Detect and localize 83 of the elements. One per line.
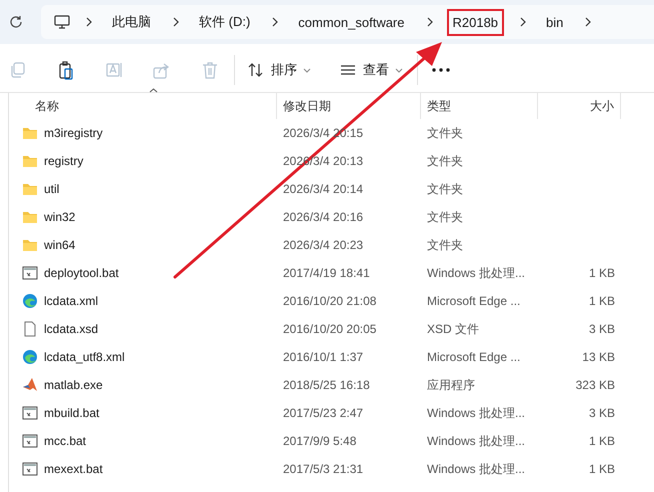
file-type: 文件夹	[427, 210, 463, 224]
chevron-down-icon	[303, 68, 311, 72]
folder-icon	[22, 153, 38, 169]
file-size: 1 KB	[588, 462, 615, 476]
file-type: Microsoft Edge ...	[427, 294, 520, 308]
file-type: 文件夹	[427, 154, 463, 168]
column-header[interactable]: 名称	[9, 93, 277, 119]
column-header[interactable]: 修改日期	[277, 93, 421, 119]
address-bar[interactable]: 此电脑 软件 (D:) common_software R2018b bin	[41, 5, 654, 39]
file-name[interactable]: matlab.exe	[44, 378, 103, 392]
column-header[interactable]: 类型	[421, 93, 538, 119]
computer-icon	[54, 14, 70, 30]
file-size: 1 KB	[588, 434, 615, 448]
file-name[interactable]: m3iregistry	[44, 126, 103, 140]
chevron-icon	[272, 17, 278, 27]
file-type: 文件夹	[427, 126, 463, 140]
date-modified: 2016/10/1 1:37	[283, 350, 364, 364]
chevron-icon	[86, 17, 92, 27]
file-name[interactable]: lcdata.xml	[44, 294, 98, 308]
file-type: 文件夹	[427, 238, 463, 252]
file-name[interactable]: win64	[44, 238, 76, 252]
file-type: Microsoft Edge ...	[427, 350, 520, 364]
folder-icon	[22, 209, 38, 225]
file-type: Windows 批处理...	[427, 406, 526, 420]
date-modified: 2017/4/19 18:41	[283, 266, 370, 280]
refresh-icon[interactable]	[9, 15, 23, 29]
script-file-icon	[22, 265, 38, 281]
column-header[interactable]: 大小	[538, 93, 621, 119]
file-name[interactable]: mbuild.bat	[44, 406, 100, 420]
chevron-icon	[173, 17, 179, 27]
browser-document-icon	[22, 293, 38, 309]
view-button[interactable]: 查看	[339, 61, 403, 79]
breadcrumb-item[interactable]: 软件 (D:)	[193, 7, 256, 37]
file-type: 文件夹	[427, 182, 463, 196]
breadcrumb-item[interactable]: R2018b	[446, 8, 504, 36]
date-modified: 2026/3/4 20:16	[283, 210, 364, 224]
file-type: Windows 批处理...	[427, 462, 526, 476]
file-type: XSD 文件	[427, 322, 480, 336]
app-icon	[22, 377, 38, 393]
file-type: Windows 批处理...	[427, 434, 526, 448]
file-type: 应用程序	[427, 378, 475, 392]
file-name[interactable]: win32	[44, 210, 76, 224]
sort-button[interactable]: 排序	[247, 61, 311, 79]
browser-document-icon	[22, 349, 38, 365]
date-modified: 2017/9/9 5:48	[283, 434, 356, 448]
file-size: 1 KB	[588, 266, 615, 280]
breadcrumb-item[interactable]: common_software	[292, 8, 410, 36]
file-name[interactable]: util	[44, 182, 60, 196]
script-file-icon	[22, 433, 38, 449]
file-name[interactable]: mcc.bat	[44, 434, 86, 448]
breadcrumb-item[interactable]: bin	[540, 8, 570, 36]
chevron-icon	[426, 17, 432, 27]
chevron-icon	[520, 17, 526, 27]
file-name[interactable]: lcdata.xsd	[44, 322, 98, 336]
date-modified: 2026/3/4 20:23	[283, 238, 364, 252]
date-modified: 2016/10/20 20:05	[283, 322, 376, 336]
folder-icon	[22, 237, 38, 253]
file-name[interactable]: mexext.bat	[44, 462, 103, 476]
sort-icon	[247, 62, 265, 78]
file-size: 323 KB	[576, 378, 615, 392]
chevron-icon	[585, 17, 592, 27]
file-type: Windows 批处理...	[427, 266, 526, 280]
more-icon[interactable]	[432, 68, 450, 72]
date-modified: 2017/5/23 2:47	[283, 406, 364, 420]
date-modified: 2016/10/20 21:08	[283, 294, 376, 308]
file-icon	[22, 321, 38, 337]
script-file-icon	[22, 405, 38, 421]
script-file-icon	[22, 461, 38, 477]
date-modified: 2026/3/4 20:14	[283, 182, 364, 196]
date-modified: 2018/5/25 16:18	[283, 378, 370, 392]
file-name[interactable]: lcdata_utf8.xml	[44, 350, 125, 364]
file-size: 13 KB	[582, 350, 615, 364]
file-size: 3 KB	[588, 406, 615, 420]
file-size: 1 KB	[588, 294, 615, 308]
sort-indicator-icon	[149, 88, 158, 93]
folder-icon	[22, 181, 38, 197]
file-name[interactable]: deploytool.bat	[44, 266, 119, 280]
breadcrumb-item[interactable]: 此电脑	[106, 7, 157, 37]
date-modified: 2017/5/3 21:31	[283, 462, 364, 476]
file-name[interactable]: registry	[44, 154, 84, 168]
file-size: 3 KB	[588, 322, 615, 336]
chevron-down-icon	[395, 68, 403, 72]
folder-icon	[22, 125, 38, 141]
